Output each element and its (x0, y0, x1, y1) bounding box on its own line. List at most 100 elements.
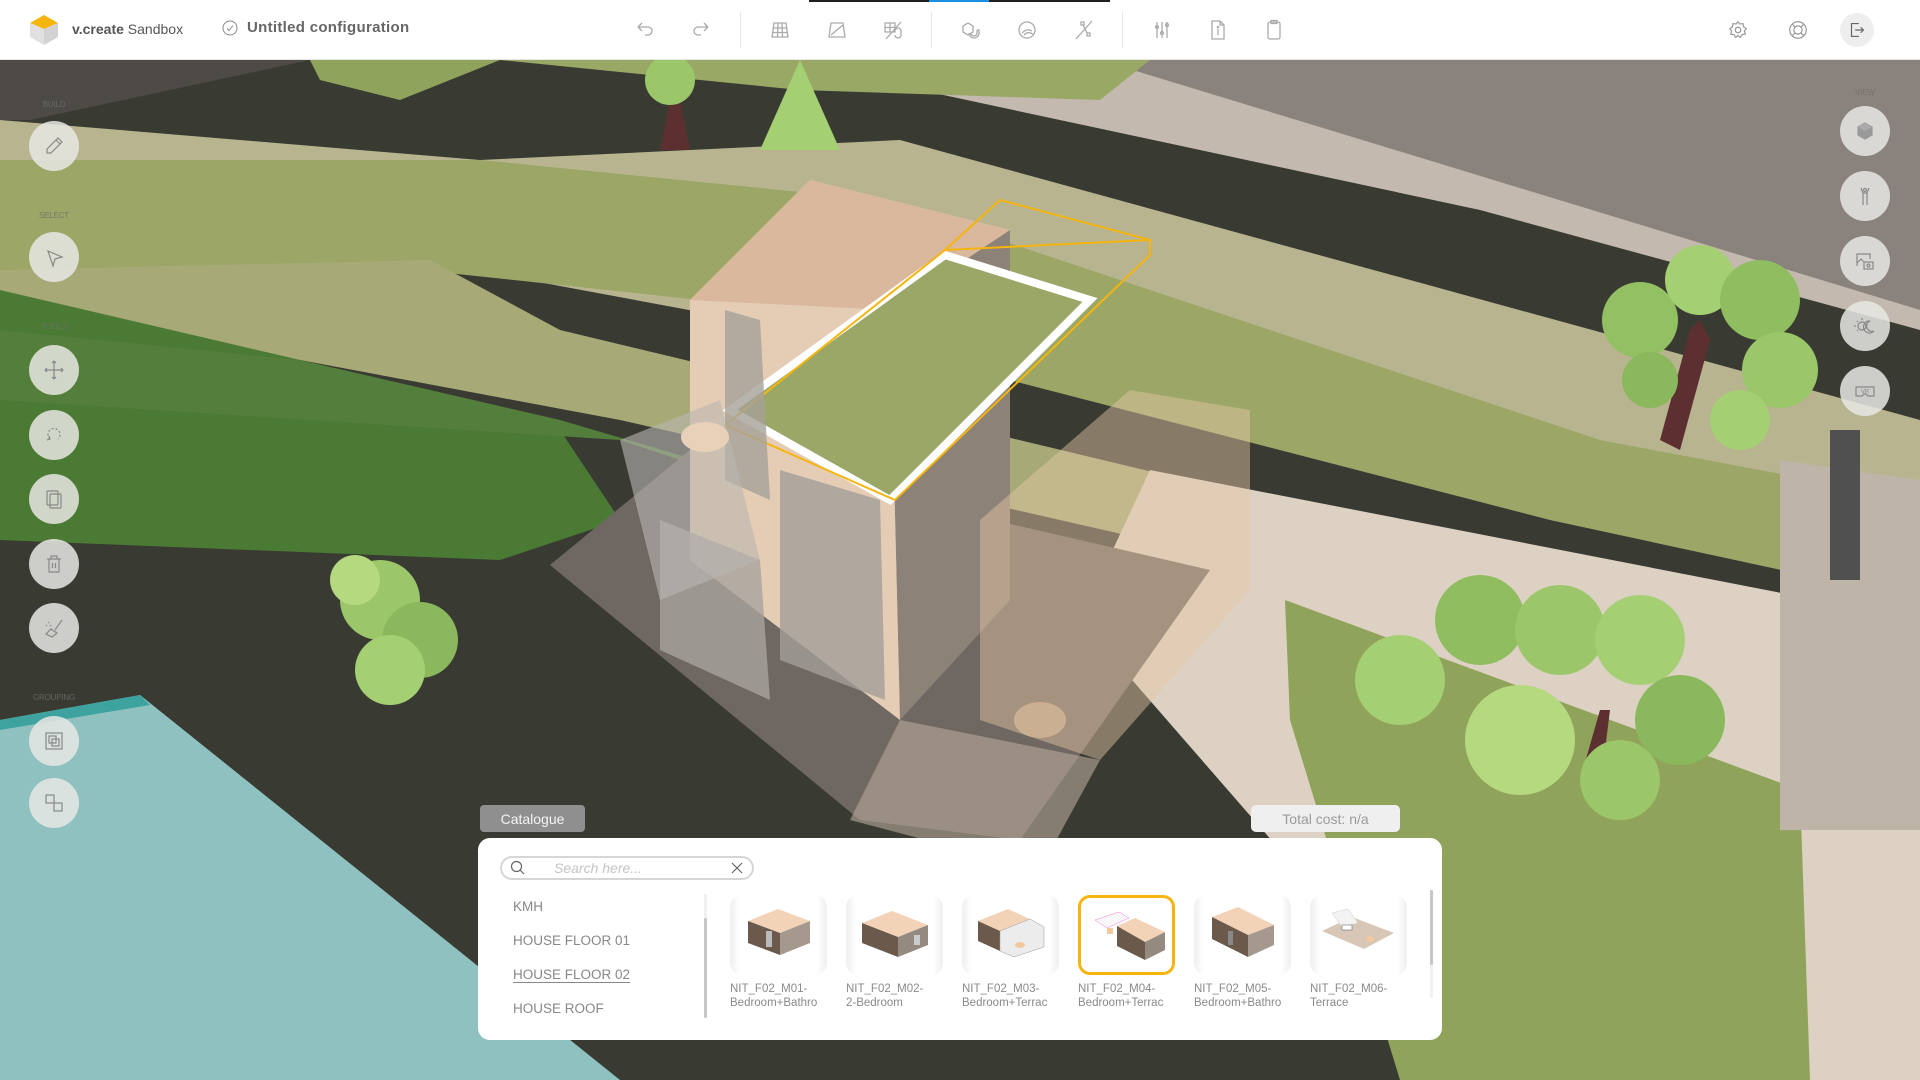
logout-icon (1850, 22, 1865, 38)
catalogue-item[interactable]: NIT_F02_M01- Bedroom+Bathro (730, 895, 846, 1010)
item-thumbnail (1194, 895, 1291, 975)
item-name: NIT_F02_M06- (1310, 983, 1388, 995)
grid-snap-button[interactable] (877, 14, 909, 46)
catalogue-items: NIT_F02_M01- Bedroom+Bathro NIT_F02_M02- 2-… (730, 895, 1426, 1010)
module-preview-icon (1094, 911, 1165, 960)
items-scrollbar[interactable] (1430, 890, 1433, 998)
rotate-icon (46, 428, 61, 441)
category-item[interactable]: HOUSE FLOOR 02 (513, 958, 630, 992)
item-name: NIT_F02_M04- (1078, 983, 1156, 995)
brand-suffix: Sandbox (123, 21, 184, 37)
clear-button[interactable] (29, 603, 79, 653)
brand-name: v.create (72, 21, 124, 37)
info-document-icon (1211, 20, 1225, 40)
scrollbar-thumb[interactable] (1430, 890, 1433, 965)
undo-button[interactable] (629, 14, 661, 46)
copy-button[interactable] (29, 474, 79, 524)
settings-button[interactable] (1720, 12, 1756, 48)
item-name: NIT_F02_M02- (846, 983, 924, 995)
item-name: Terrace (1310, 996, 1349, 1009)
object-snap-button[interactable] (955, 14, 987, 46)
perspective-icon (828, 22, 846, 38)
module-preview-icon (748, 909, 810, 955)
catalogue-item[interactable]: NIT_F02_M04- Bedroom+Terrac (1078, 895, 1194, 1010)
ungroup-icon (45, 794, 63, 812)
tab-indicator (989, 0, 1110, 2)
category-list: KMH HOUSE FLOOR 01 HOUSE FLOOR 02 HOUSE ROO… (513, 890, 630, 1026)
module-preview-icon (1322, 908, 1394, 949)
delete-button[interactable] (29, 539, 79, 589)
toolbar-divider (931, 12, 932, 48)
item-thumbnail (1078, 895, 1175, 975)
logout-button[interactable] (1840, 13, 1874, 47)
toolbar-divider (1122, 12, 1123, 48)
select-button[interactable] (29, 232, 79, 282)
grid-button[interactable] (764, 14, 796, 46)
view-3d-button[interactable] (1840, 106, 1890, 156)
build-button[interactable] (29, 121, 79, 171)
image-camera-icon (1856, 253, 1874, 270)
item-name: Bedroom+Bathro (1194, 996, 1282, 1009)
search-input[interactable] (554, 859, 714, 877)
ungroup-button[interactable] (29, 778, 79, 828)
catalogue-tab[interactable]: Catalogue (480, 805, 585, 832)
redo-button[interactable] (685, 14, 717, 46)
perspective-button[interactable] (821, 14, 853, 46)
cursor-arrow-icon (47, 249, 64, 269)
vcreate-logo-icon (30, 15, 58, 45)
item-thumbnail (846, 895, 943, 975)
item-name: NIT_F02_M03- (962, 983, 1040, 995)
help-lifebuoy-icon (1789, 21, 1807, 39)
app-brand: v.create Sandbox (72, 21, 183, 37)
catalogue-item[interactable]: NIT_F02_M02- 2-Bedroom (846, 895, 962, 1010)
screenshot-button[interactable] (1840, 236, 1890, 286)
vr-label: VR (1861, 390, 1870, 396)
category-label: HOUSE FLOOR 02 (513, 967, 631, 982)
move-button[interactable] (29, 345, 79, 395)
item-thumbnail (730, 895, 827, 975)
configuration-title[interactable]: Untitled configuration (222, 19, 409, 36)
category-item[interactable]: HOUSE ROOF (513, 992, 630, 1026)
cube-icon (1857, 122, 1873, 140)
info-button[interactable] (1202, 14, 1234, 46)
item-name: Bedroom+Bathro (730, 996, 818, 1009)
vr-button[interactable]: VR (1840, 366, 1890, 416)
tools-section-label: TOOLS (41, 322, 67, 331)
category-scrollbar[interactable] (704, 894, 707, 1018)
item-name: 2-Bedroom (846, 996, 903, 1009)
clear-search-icon[interactable] (730, 861, 744, 875)
object-snap-icon (962, 22, 980, 39)
trash-icon (47, 555, 61, 573)
group-icon (45, 732, 63, 750)
clipboard-button[interactable] (1258, 14, 1290, 46)
help-button[interactable] (1780, 12, 1816, 48)
category-item[interactable]: HOUSE FLOOR 01 (513, 924, 630, 958)
category-label: HOUSE ROOF (513, 1001, 604, 1016)
config-name: Untitled configuration (247, 19, 410, 36)
measure-button[interactable] (1068, 14, 1100, 46)
day-night-button[interactable] (1840, 301, 1890, 351)
sliders-icon (1154, 22, 1170, 38)
catalogue-item[interactable]: NIT_F02_M03- Bedroom+Terrac (962, 895, 1078, 1010)
clipboard-icon (1267, 19, 1281, 40)
build-section-label: BUILD (42, 100, 66, 109)
group-button[interactable] (29, 716, 79, 766)
catalogue-item[interactable]: NIT_F02_M05- Bedroom+Bathro (1194, 895, 1310, 1010)
total-cost: Total cost: n/a (1251, 805, 1400, 832)
item-name: NIT_F02_M05- (1194, 983, 1272, 995)
catalogue-search (500, 856, 754, 880)
sliders-button[interactable] (1146, 14, 1178, 46)
sun-moon-icon (1854, 318, 1875, 334)
copy-icon (46, 490, 62, 509)
scrollbar-thumb[interactable] (704, 918, 707, 1018)
globe-icon (1018, 21, 1036, 39)
globe-button[interactable] (1011, 14, 1043, 46)
search-icon (510, 860, 525, 875)
walk-mode-button[interactable] (1840, 171, 1890, 221)
rotate-button[interactable] (29, 410, 79, 460)
category-label: HOUSE FLOOR 01 (513, 933, 631, 948)
category-label: KMH (513, 899, 543, 914)
category-item[interactable]: KMH (513, 890, 630, 924)
catalogue-item[interactable]: NIT_F02_M06- Terrace (1310, 895, 1426, 1010)
grid-icon (771, 22, 789, 38)
